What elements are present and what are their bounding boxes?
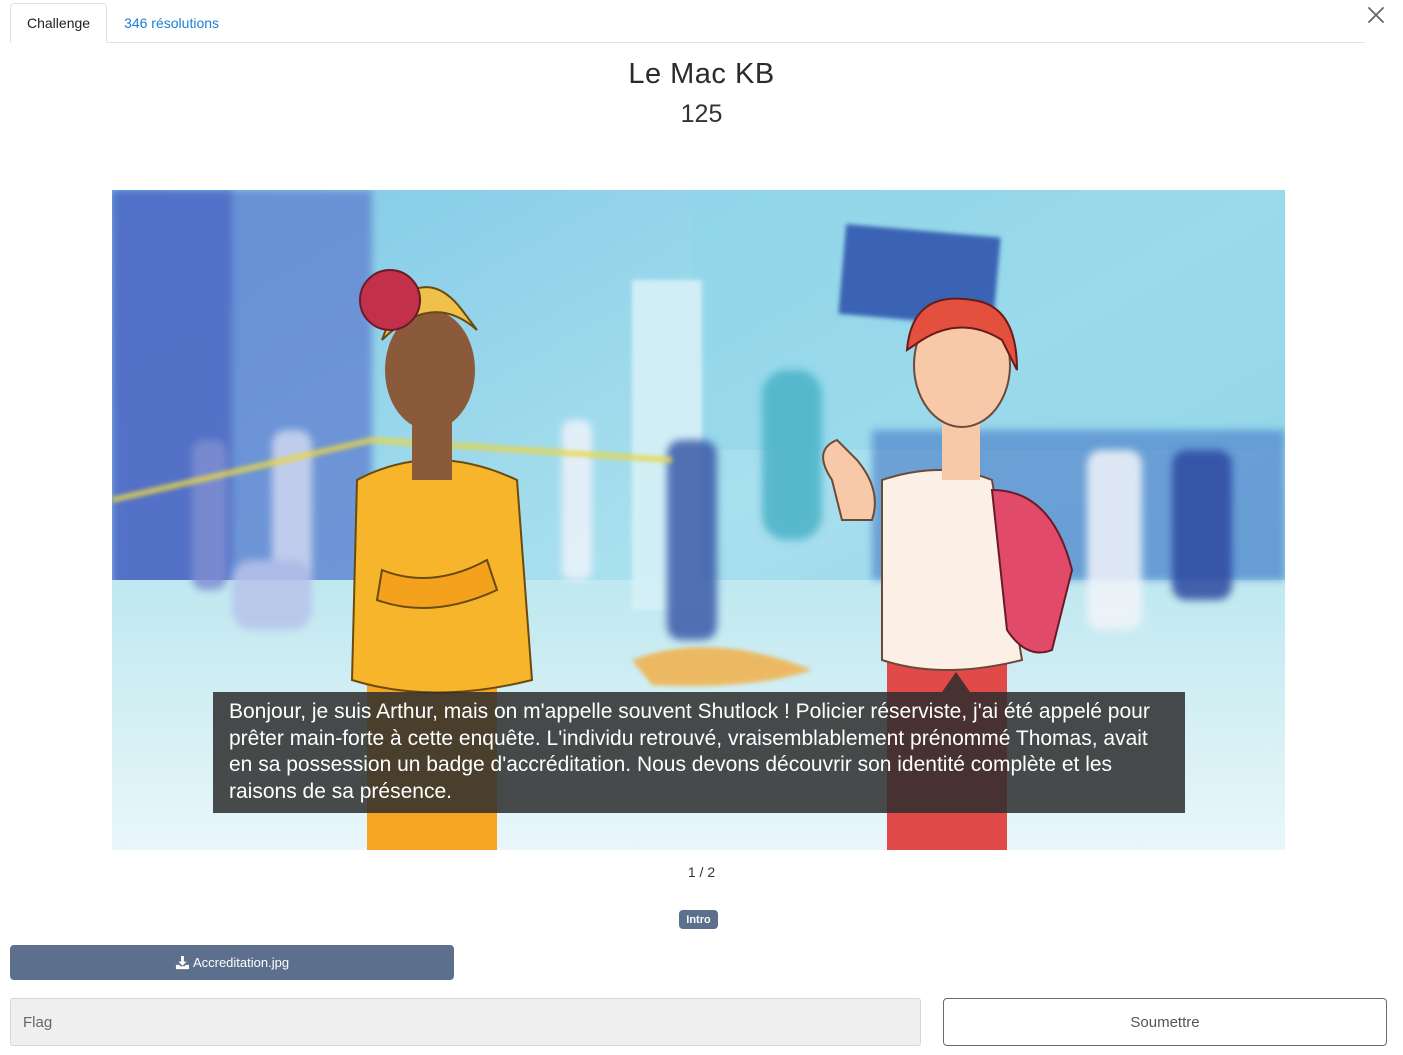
tab-solves[interactable]: 346 résolutions (107, 3, 236, 42)
tab-challenge[interactable]: Challenge (10, 3, 108, 43)
tab-bar: Challenge 346 résolutions (10, 3, 1365, 43)
challenge-points: 125 (680, 100, 723, 128)
file-download-button[interactable]: Accreditation.jpg (10, 945, 454, 980)
download-icon (175, 955, 189, 970)
slide-pager: 1 / 2 (687, 864, 716, 880)
tag-badge: Intro (679, 910, 718, 929)
flag-input[interactable] (10, 998, 921, 1046)
submit-button[interactable]: Soumettre (943, 998, 1387, 1046)
challenge-modal: Challenge 346 résolutions Le Mac KB 125 (0, 0, 1403, 1055)
intro-illustration: Bonjour, je suis Arthur, mais on m'appel… (112, 190, 1285, 850)
file-name: Accreditation.jpg (192, 955, 290, 970)
dialogue-caption: Bonjour, je suis Arthur, mais on m'appel… (213, 692, 1185, 813)
challenge-title: Le Mac KB (628, 58, 775, 90)
close-icon[interactable] (1365, 4, 1387, 26)
caption-pointer (942, 672, 970, 692)
